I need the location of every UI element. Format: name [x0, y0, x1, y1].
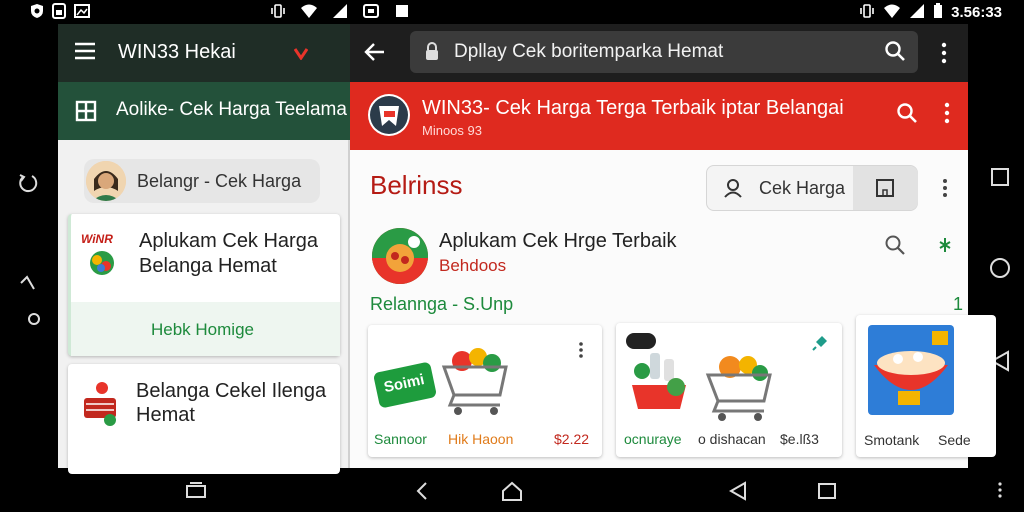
more-dots-icon[interactable]: [992, 480, 1008, 504]
status-bar: 3.56:33: [0, 0, 1024, 24]
product-mid-label: o dishacan: [698, 431, 766, 447]
home-house-icon[interactable]: [500, 480, 524, 506]
list-item-title-line2: Belanga Hemat: [139, 255, 277, 277]
product-mid-label: Hik Haoon: [448, 431, 514, 447]
app-logo-icon: [368, 94, 410, 136]
featured-app-title[interactable]: Aplukam Cek Hrge Terbaik: [439, 230, 677, 253]
user-icon: [723, 178, 743, 203]
featured-app-subtitle: Behdoos: [439, 256, 507, 275]
cek-harga-button[interactable]: Cek Harga: [706, 165, 918, 211]
rotate-icon[interactable]: [17, 172, 39, 198]
list-item-title-line2: Hemat: [136, 404, 195, 426]
list-item[interactable]: Belanga Cekel Ilenga Hemat: [68, 364, 340, 474]
back-arrow-icon[interactable]: [364, 42, 386, 67]
list-item-action-link[interactable]: Hebk Homige: [151, 320, 254, 340]
hamburger-menu-icon[interactable]: [74, 42, 96, 65]
shopping-basket-icon: [80, 380, 122, 433]
product-price: $2.22: [554, 431, 590, 447]
right-app-body: Belrinss Cek Harga Aplukam Cek Hrge Terb…: [350, 150, 996, 468]
share-icon[interactable]: [938, 236, 952, 259]
home-circle-icon[interactable]: [989, 257, 1011, 283]
left-system-bar: [0, 24, 58, 468]
toggle-view-button[interactable]: [853, 166, 918, 210]
grid-icon[interactable]: [75, 100, 97, 127]
back-chevron-icon[interactable]: [414, 481, 430, 505]
cek-harga-label: Cek Harga: [759, 178, 846, 198]
more-vert-icon[interactable]: [940, 42, 948, 69]
recents-icon[interactable]: [184, 480, 208, 504]
product-left-label: Smotank: [864, 432, 920, 448]
search-icon[interactable]: [896, 102, 918, 129]
wifi-icon: [883, 3, 901, 23]
list-item-title-line1: Aplukam Cek Harga: [139, 230, 318, 252]
list-count: 1: [953, 294, 964, 314]
left-app-title: WIN33 Hekai: [118, 41, 236, 63]
home-circle-icon[interactable]: [27, 310, 41, 330]
brand-tag-icon: [626, 333, 656, 349]
signal-icon: [909, 3, 925, 23]
stop-icon: [394, 3, 410, 23]
list-header: Relannga - S.Unp: [370, 294, 514, 314]
bottom-navigation-bar: [0, 468, 1024, 512]
left-subheader-title: Aolike- Cek Harga Teelama: [116, 99, 347, 120]
left-app-body: Belangr - Cek Harga WiNR Aplukam Cek Har…: [58, 140, 350, 474]
product-card[interactable]: Soimi Sannoor Hik Haoon $2.22: [368, 325, 602, 457]
signal-icon: [332, 3, 348, 23]
product-price: Sede: [938, 432, 971, 448]
url-search-text: Dpllay Cek boritemparka Hemat: [454, 41, 724, 62]
shopping-cart-icon: [704, 343, 776, 428]
banner-title: WIN33- Cek Harga Terga Terbaik iptar Bel…: [422, 97, 844, 119]
more-vert-icon[interactable]: [943, 102, 951, 129]
product-card[interactable]: Smotank Sede: [856, 315, 996, 457]
battery-icon: [933, 3, 943, 23]
url-search-field[interactable]: Dpllay Cek boritemparka Hemat: [410, 31, 918, 73]
shopping-cart-icon: [440, 339, 512, 424]
avatar: [86, 161, 126, 201]
more-vert-icon[interactable]: [942, 178, 948, 203]
status-time: 3.56:33: [951, 4, 1002, 21]
security-shield-icon: [30, 3, 44, 23]
search-icon[interactable]: [884, 234, 906, 261]
overview-square-icon[interactable]: [817, 481, 837, 505]
pin-icon[interactable]: [812, 335, 828, 356]
back-triangle-icon[interactable]: [728, 481, 748, 505]
sim-icon: [52, 3, 66, 23]
list-item-title-line1: Belanga Cekel Ilenga: [136, 380, 327, 402]
back-arrow-icon[interactable]: [19, 275, 37, 297]
image-icon: [74, 3, 90, 23]
featured-app-icon: [372, 228, 428, 284]
cast-icon: [362, 3, 380, 23]
product-badge: Soimi: [372, 361, 438, 409]
vibrate-icon: [270, 3, 286, 23]
list-item[interactable]: WiNR Aplukam Cek Harga Belanga Hemat Heb…: [68, 214, 340, 356]
vibrate-icon: [859, 3, 875, 23]
status-right-icons: 3.56:33: [859, 3, 1002, 23]
recents-square-icon[interactable]: [990, 167, 1010, 191]
product-left-label: Sannoor: [374, 431, 427, 447]
left-app-subheader: Aolike- Cek Harga Teelama: [58, 82, 350, 140]
app-logo-icon: WiNR: [81, 232, 123, 282]
left-app-header: WIN33 Hekai: [58, 24, 350, 82]
banner-subtitle: Minoos 93: [422, 123, 482, 138]
status-left-icons: [30, 3, 90, 23]
status-center-icons: [270, 3, 410, 23]
food-bowl-icon: [868, 325, 954, 420]
product-price: $e.lß3: [780, 431, 819, 447]
app-banner: WIN33- Cek Harga Terga Terbaik iptar Bel…: [350, 82, 968, 150]
wifi-icon: [300, 3, 318, 23]
product-left-label: ocnuraye: [624, 431, 682, 447]
lock-icon: [424, 42, 440, 67]
more-vert-icon[interactable]: [578, 341, 584, 364]
search-icon[interactable]: [884, 40, 906, 67]
search-chip-label: Belangr - Cek Harga: [137, 171, 302, 191]
search-chip[interactable]: Belangr - Cek Harga: [84, 159, 320, 203]
grocery-basket-icon: [630, 351, 694, 418]
heart-logo-icon: [293, 46, 309, 65]
product-card[interactable]: ocnuraye o dishacan $e.lß3: [616, 323, 842, 457]
section-title: Belrinss: [370, 170, 463, 200]
